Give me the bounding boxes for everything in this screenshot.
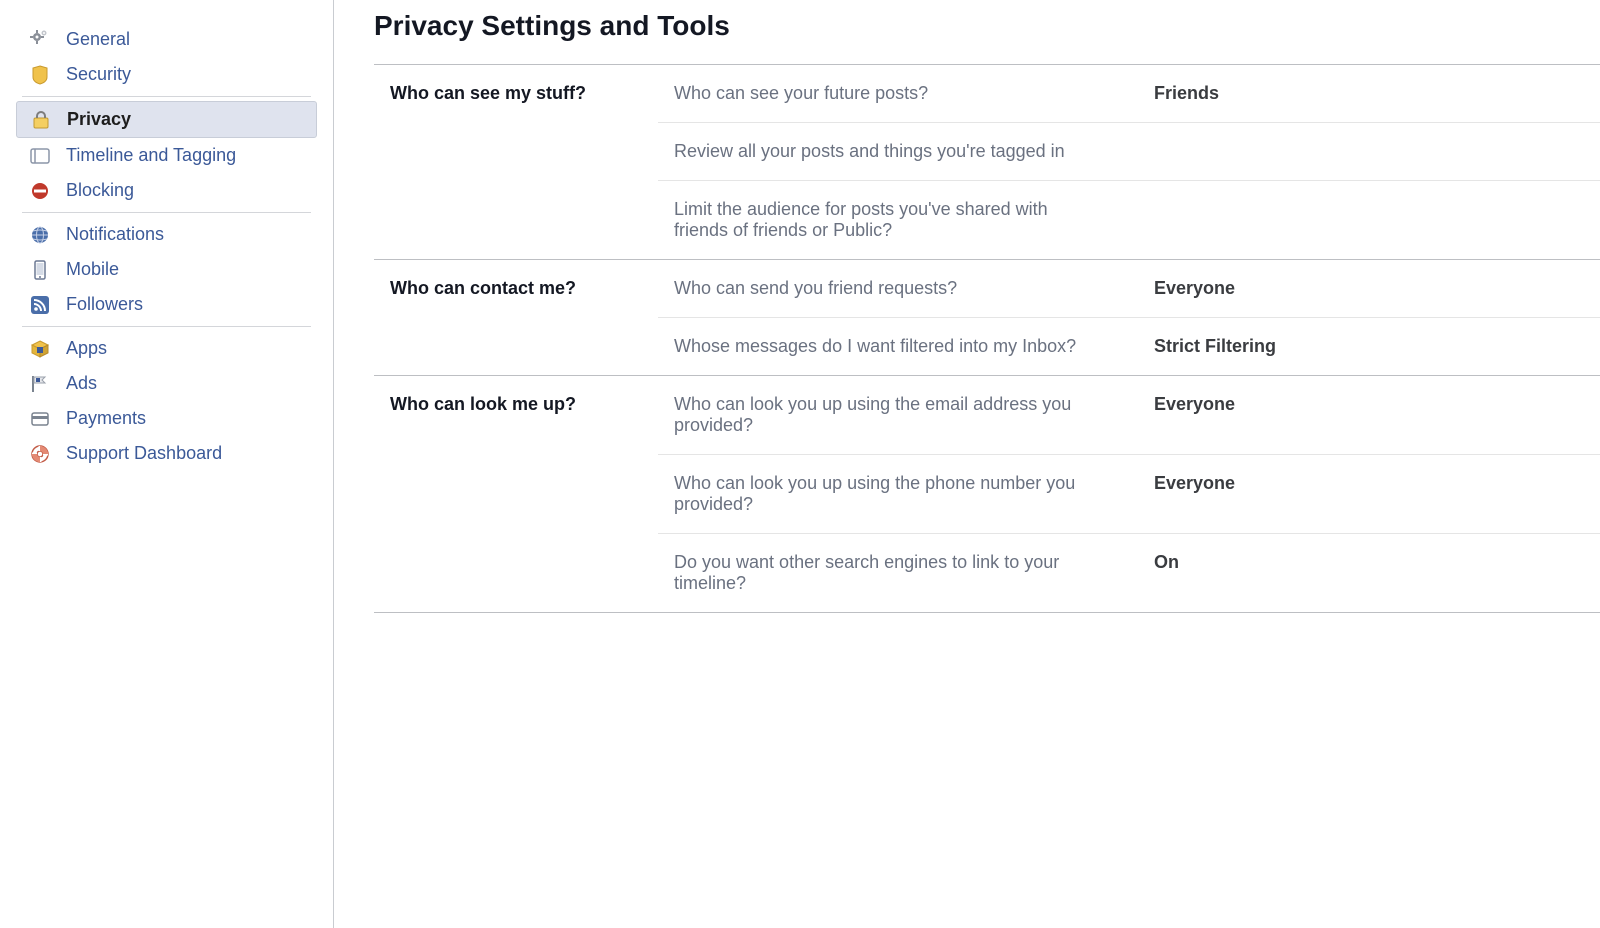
row-label: Who can send you friend requests? <box>674 278 1154 299</box>
row-label: Who can see your future posts? <box>674 83 1154 104</box>
globe-icon <box>30 225 50 245</box>
privacy-sections: Who can see my stuff?Who can see your fu… <box>374 65 1600 613</box>
row-label: Whose messages do I want filtered into m… <box>674 336 1154 357</box>
card-icon <box>30 409 50 429</box>
sidebar-item-followers[interactable]: Followers <box>22 287 311 322</box>
sidebar-group: Apps Ads Payments Support Dashboard <box>22 327 311 475</box>
gear-icon <box>30 30 50 50</box>
section-rows: Who can send you friend requests?Everyon… <box>658 260 1600 375</box>
row-value: Everyone <box>1154 278 1414 299</box>
sidebar-item-general[interactable]: General <box>22 22 311 57</box>
settings-row[interactable]: Who can look you up using the phone numb… <box>658 455 1600 534</box>
settings-section: Who can contact me?Who can send you frie… <box>374 260 1600 376</box>
settings-sidebar: General Security Privacy Timeline and Taggi… <box>0 0 334 928</box>
sidebar-group: Privacy Timeline and Tagging Blocking <box>22 97 311 213</box>
sidebar-item-label: General <box>66 29 303 50</box>
settings-row[interactable]: Do you want other search engines to link… <box>658 534 1600 612</box>
sidebar-item-label: Privacy <box>67 109 302 130</box>
flag-icon <box>30 374 50 394</box>
row-value: Everyone <box>1154 394 1414 415</box>
row-label: Limit the audience for posts you've shar… <box>674 199 1154 241</box>
box-icon <box>30 339 50 359</box>
section-title: Who can see my stuff? <box>374 65 658 259</box>
sidebar-item-label: Timeline and Tagging <box>66 145 303 166</box>
section-rows: Who can see your future posts?Friends Rev… <box>658 65 1600 259</box>
page-title: Privacy Settings and Tools <box>374 10 1600 65</box>
section-title: Who can look me up? <box>374 376 658 612</box>
sidebar-item-security[interactable]: Security <box>22 57 311 92</box>
sidebar-item-privacy[interactable]: Privacy <box>16 101 317 138</box>
row-label: Who can look you up using the email addr… <box>674 394 1154 436</box>
row-label: Do you want other search engines to link… <box>674 552 1154 594</box>
section-title: Who can contact me? <box>374 260 658 375</box>
sidebar-item-mobile[interactable]: Mobile <box>22 252 311 287</box>
settings-section: Who can look me up? Who can look you up u… <box>374 376 1600 613</box>
sidebar-item-apps[interactable]: Apps <box>22 331 311 366</box>
block-icon <box>30 181 50 201</box>
sidebar-item-label: Support Dashboard <box>66 443 303 464</box>
sidebar-item-label: Mobile <box>66 259 303 280</box>
settings-row[interactable]: Review all your posts and things you're … <box>658 123 1600 181</box>
settings-row[interactable]: Who can look you up using the email addr… <box>658 376 1600 455</box>
sidebar-item-label: Payments <box>66 408 303 429</box>
row-label: Who can look you up using the phone numb… <box>674 473 1154 515</box>
settings-row[interactable]: Limit the audience for posts you've shar… <box>658 181 1600 259</box>
sidebar-item-support[interactable]: Support Dashboard <box>22 436 311 471</box>
row-value: Everyone <box>1154 473 1414 494</box>
settings-row[interactable]: Whose messages do I want filtered into m… <box>658 318 1600 375</box>
sidebar-item-ads[interactable]: Ads <box>22 366 311 401</box>
sidebar-item-notifications[interactable]: Notifications <box>22 217 311 252</box>
timeline-icon <box>30 146 50 166</box>
sidebar-item-payments[interactable]: Payments <box>22 401 311 436</box>
sidebar-item-label: Blocking <box>66 180 303 201</box>
sidebar-item-label: Apps <box>66 338 303 359</box>
lock-icon <box>31 110 51 130</box>
settings-row[interactable]: Who can send you friend requests?Everyon… <box>658 260 1600 318</box>
sidebar-group: General Security <box>22 18 311 97</box>
rss-icon <box>30 295 50 315</box>
lifebuoy-icon <box>30 444 50 464</box>
row-value: Strict Filtering <box>1154 336 1414 357</box>
main-content: Privacy Settings and Tools Who can see m… <box>334 0 1600 928</box>
sidebar-item-blocking[interactable]: Blocking <box>22 173 311 208</box>
row-value: On <box>1154 552 1414 573</box>
sidebar-item-label: Followers <box>66 294 303 315</box>
sidebar-group: Notifications Mobile Followers <box>22 213 311 327</box>
sidebar-item-timeline[interactable]: Timeline and Tagging <box>22 138 311 173</box>
sidebar-item-label: Security <box>66 64 303 85</box>
row-value: Friends <box>1154 83 1414 104</box>
sidebar-item-label: Notifications <box>66 224 303 245</box>
section-rows: Who can look you up using the email addr… <box>658 376 1600 612</box>
badge-icon <box>30 65 50 85</box>
layout: General Security Privacy Timeline and Taggi… <box>0 0 1600 928</box>
settings-row[interactable]: Who can see your future posts?Friends <box>658 65 1600 123</box>
mobile-icon <box>30 260 50 280</box>
settings-section: Who can see my stuff?Who can see your fu… <box>374 65 1600 260</box>
row-label: Review all your posts and things you're … <box>674 141 1154 162</box>
sidebar-item-label: Ads <box>66 373 303 394</box>
